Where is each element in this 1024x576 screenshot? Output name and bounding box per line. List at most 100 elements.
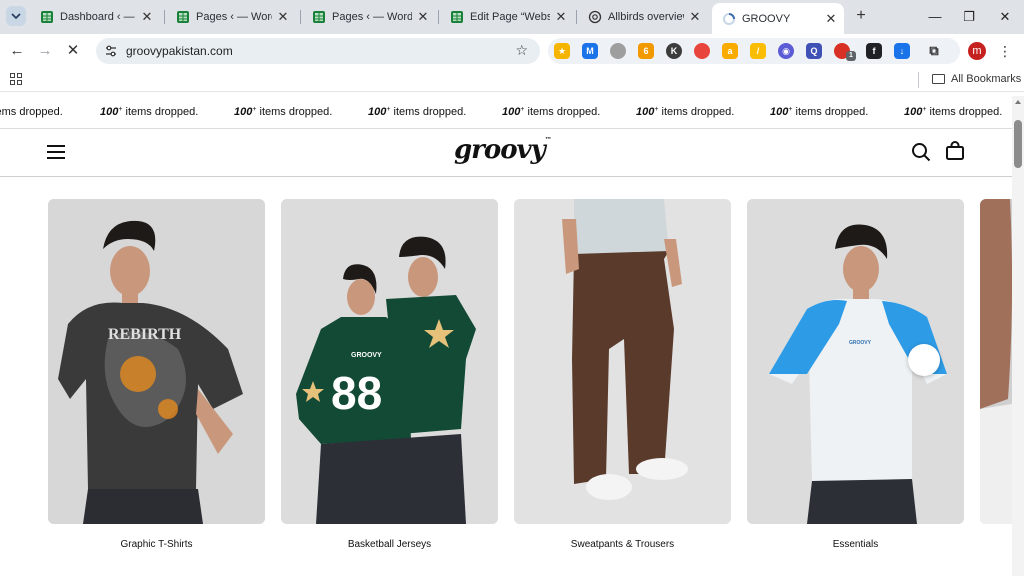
scrollbar-thumb[interactable] [1014,120,1022,168]
category-card-sweatpants-trousers[interactable] [514,199,731,524]
ticker-plus: + [520,106,525,113]
site-logo[interactable]: groovy™ [454,135,552,165]
stop-loading-button[interactable]: ✕ [64,42,82,60]
close-window-button[interactable]: ✕ [994,6,1016,28]
bookmarks-divider [918,72,919,88]
ticker-item: 100+ items dropped. [636,106,734,118]
back-button[interactable]: ← [8,42,26,60]
extension-icon[interactable] [610,43,626,59]
close-icon[interactable]: ✕ [276,9,290,25]
category-card-graphic-tshirts[interactable]: REBIRTH [48,199,265,524]
tab-title: Edit Page “Websit [470,11,550,23]
address-bar[interactable]: groovypakistan.com ☆ [96,38,540,64]
tab-title: Pages ‹ — WordPr [196,11,272,23]
tab-allbirds[interactable]: Allbirds overview a ✕ [578,4,708,30]
minimize-button[interactable]: — [924,6,946,28]
menu-icon[interactable] [47,145,65,159]
all-bookmarks-label: All Bookmarks [951,73,1022,85]
bookmarks-bar: All Bookmarks [0,68,1024,92]
apps-grid-icon[interactable] [10,73,22,85]
extension-icon[interactable]: / [750,43,766,59]
tab-strip: Dashboard ‹ — W ✕ Pages ‹ — WordPr ✕ Pag… [0,0,1024,34]
category-label[interactable]: Sweatpants & Trousers [514,539,731,550]
ticker-text: items dropped. [929,106,1003,118]
ticker-text: items dropped. [527,106,601,118]
profile-avatar[interactable]: m [968,42,986,60]
ticker-item: 100+ items dropped. [100,106,198,118]
extension-icon[interactable]: ★ [554,43,570,59]
ticker-plus: + [386,106,391,113]
download-icon[interactable]: ↓ [894,43,910,59]
puzzle-icon[interactable]: ⧉ [926,43,942,59]
ticker-text: items dropped. [795,106,869,118]
tab-edit-page[interactable]: Edit Page “Websit ✕ [440,4,574,30]
all-bookmarks-button[interactable]: All Bookmarks [932,73,1021,85]
ticker-item: 100+ items dropped. [368,106,466,118]
tab-title: GROOVY [742,12,791,25]
ticker-number: 100 [636,106,655,118]
ticker-plus: + [654,106,659,113]
carousel-drag-cursor[interactable] [908,344,940,376]
logo-trademark: ™ [544,135,552,144]
restore-button[interactable]: ❐ [958,6,980,28]
category-card-basketball-jerseys[interactable]: 88 GROOVY [281,199,498,524]
category-label[interactable]: Basketball Jerseys [281,539,498,550]
tab-search-button[interactable] [6,6,26,26]
tab-dashboard[interactable]: Dashboard ‹ — W ✕ [30,4,160,30]
extension-icon[interactable]: M [582,43,598,59]
ticker-number: 100 [100,106,119,118]
scroll-up-arrow[interactable] [1015,100,1021,104]
ticker-item: 100+ items dropped. [904,106,1002,118]
site-settings-icon[interactable] [104,44,118,58]
tab-title: Allbirds overview a [608,11,684,23]
logo-text: groovy [454,135,546,165]
new-tab-button[interactable]: + [852,7,870,25]
chatgpt-icon [588,10,602,24]
extension-icon[interactable]: K [666,43,682,59]
extension-icon[interactable]: a [722,43,738,59]
close-icon[interactable]: ✕ [554,9,568,25]
extension-icon[interactable]: ◉ [778,43,794,59]
search-icon[interactable] [911,142,931,162]
close-icon[interactable]: ✕ [140,9,154,25]
close-icon[interactable]: ✕ [824,11,838,27]
forward-button[interactable]: → [36,42,54,60]
sheets-icon [451,11,463,23]
close-icon[interactable]: ✕ [688,9,702,25]
ticker-text: items dropped. [125,106,199,118]
tab-pages-1[interactable]: Pages ‹ — WordPr ✕ [166,4,296,30]
tab-divider [164,10,165,24]
extension-icon[interactable]: 6 [638,43,654,59]
ticker-text: items dropped. [0,106,63,118]
ticker-item: 100+ items dropped. [770,106,868,118]
announcement-ticker: items dropped. 100+ items dropped. 100+ … [0,96,1012,129]
extension-icon[interactable]: f [866,43,882,59]
tab-divider [576,10,577,24]
category-label[interactable]: Graphic T-Shirts [48,539,265,550]
ticker-number: 100 [502,106,521,118]
tab-title: Dashboard ‹ — W [60,11,136,23]
web-page: items dropped. 100+ items dropped. 100+ … [0,96,1024,576]
tab-pages-2[interactable]: Pages ‹ — WordPr ✕ [302,4,436,30]
ticker-plus: + [788,106,793,113]
ticker-item: 100+ items dropped. [502,106,600,118]
more-menu-icon[interactable]: ⋮ [998,42,1012,60]
shopping-bag-icon[interactable] [945,141,965,161]
extension-icon[interactable]: Q [806,43,822,59]
category-label[interactable]: Essentials [747,539,964,550]
page-scrollbar[interactable] [1012,96,1024,576]
tab-divider [300,10,301,24]
ticker-number: 100 [904,106,923,118]
svg-text:88: 88 [331,367,382,419]
extension-icon[interactable] [694,43,710,59]
ticker-text: items dropped. [393,106,467,118]
site-header: groovy™ [0,129,1012,177]
ticker-number: 100 [368,106,387,118]
browser-toolbar: ← → ✕ groovypakistan.com ☆ ★ M 6 K a / ◉… [0,34,1024,68]
svg-text:GROOVY: GROOVY [351,352,382,359]
url-text: groovypakistan.com [126,44,233,58]
chevron-down-icon [11,13,21,19]
close-icon[interactable]: ✕ [416,9,430,25]
bookmark-star-icon[interactable]: ☆ [515,42,528,59]
tab-groovy[interactable]: GROOVY ✕ [712,3,844,34]
